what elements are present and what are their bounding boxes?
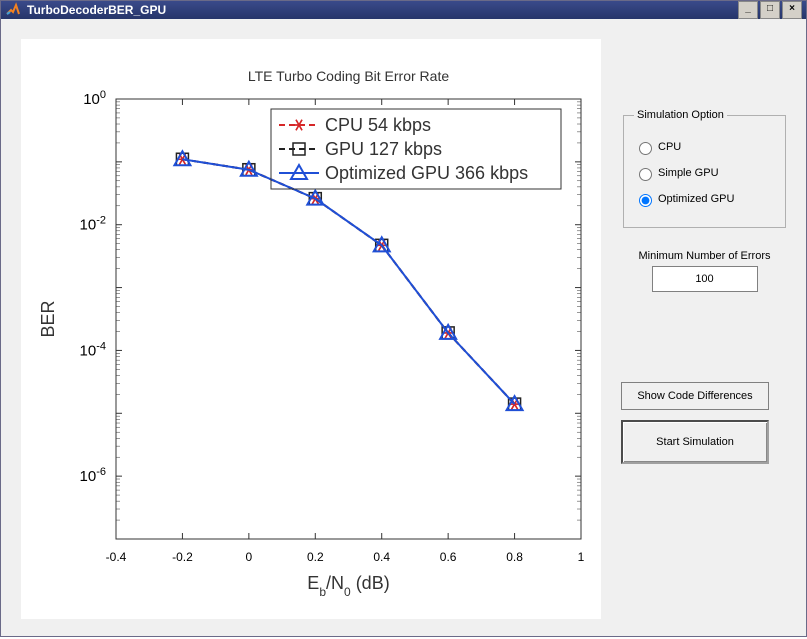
window-title: TurboDecoderBER_GPU: [27, 3, 738, 17]
svg-text:BER: BER: [38, 300, 58, 337]
svg-text:0: 0: [246, 550, 253, 564]
ber-chart: LTE Turbo Coding Bit Error Rate -0.4 -0.2 0…: [21, 39, 601, 619]
svg-text:LTE Turbo Coding Bit Error Rat: LTE Turbo Coding Bit Error Rate: [248, 68, 449, 84]
plot-area: LTE Turbo Coding Bit Error Rate -0.4 -0.2 0…: [1, 19, 621, 639]
radio-cpu-label: CPU: [658, 141, 681, 153]
radio-simple-gpu-input[interactable]: [639, 168, 652, 181]
radio-optimized-gpu-input[interactable]: [639, 194, 652, 207]
svg-text:0.6: 0.6: [440, 550, 457, 564]
svg-text:10-4: 10-4: [80, 340, 106, 359]
titlebar: TurboDecoderBER_GPU _ □ ×: [1, 1, 806, 19]
simulation-option-group: Simulation Option CPU Simple GPU Optimiz…: [623, 109, 786, 228]
svg-text:10-6: 10-6: [80, 466, 106, 485]
min-errors-input[interactable]: [652, 266, 758, 292]
radio-simple-gpu-label: Simple GPU: [658, 167, 719, 179]
min-errors-label: Minimum Number of Errors: [621, 250, 788, 262]
matlab-icon: [5, 2, 21, 18]
radio-optimized-gpu-label: Optimized GPU: [658, 193, 734, 205]
svg-text:0.2: 0.2: [307, 550, 324, 564]
simulation-option-legend: Simulation Option: [634, 109, 727, 121]
svg-text:Eb/N0 (dB): Eb/N0 (dB): [307, 573, 389, 599]
show-code-diff-button[interactable]: Show Code Differences: [621, 382, 769, 410]
svg-text:CPU 54 kbps: CPU 54 kbps: [325, 115, 431, 135]
svg-text:-0.2: -0.2: [172, 550, 193, 564]
svg-text:0.8: 0.8: [506, 550, 523, 564]
svg-text:0.4: 0.4: [373, 550, 390, 564]
radio-cpu[interactable]: CPU: [634, 139, 775, 155]
min-errors-group: Minimum Number of Errors: [621, 250, 788, 292]
radio-simple-gpu[interactable]: Simple GPU: [634, 165, 775, 181]
start-simulation-button[interactable]: Start Simulation: [621, 420, 769, 464]
maximize-button[interactable]: □: [760, 1, 780, 19]
app-window: TurboDecoderBER_GPU _ □ × LTE Turbo Codi…: [0, 0, 807, 637]
svg-text:1: 1: [578, 550, 585, 564]
svg-text:100: 100: [83, 89, 106, 108]
window-buttons: _ □ ×: [738, 1, 802, 19]
radio-optimized-gpu[interactable]: Optimized GPU: [634, 191, 775, 207]
radio-cpu-input[interactable]: [639, 142, 652, 155]
content-area: LTE Turbo Coding Bit Error Rate -0.4 -0.2 0…: [1, 19, 806, 639]
side-panel: Simulation Option CPU Simple GPU Optimiz…: [621, 19, 806, 639]
svg-text:10-2: 10-2: [80, 215, 106, 234]
minimize-button[interactable]: _: [738, 1, 758, 19]
close-button[interactable]: ×: [782, 1, 802, 19]
svg-text:-0.4: -0.4: [106, 550, 127, 564]
svg-text:Optimized GPU 366 kbps: Optimized GPU 366 kbps: [325, 163, 528, 183]
svg-text:GPU 127 kbps: GPU 127 kbps: [325, 139, 442, 159]
